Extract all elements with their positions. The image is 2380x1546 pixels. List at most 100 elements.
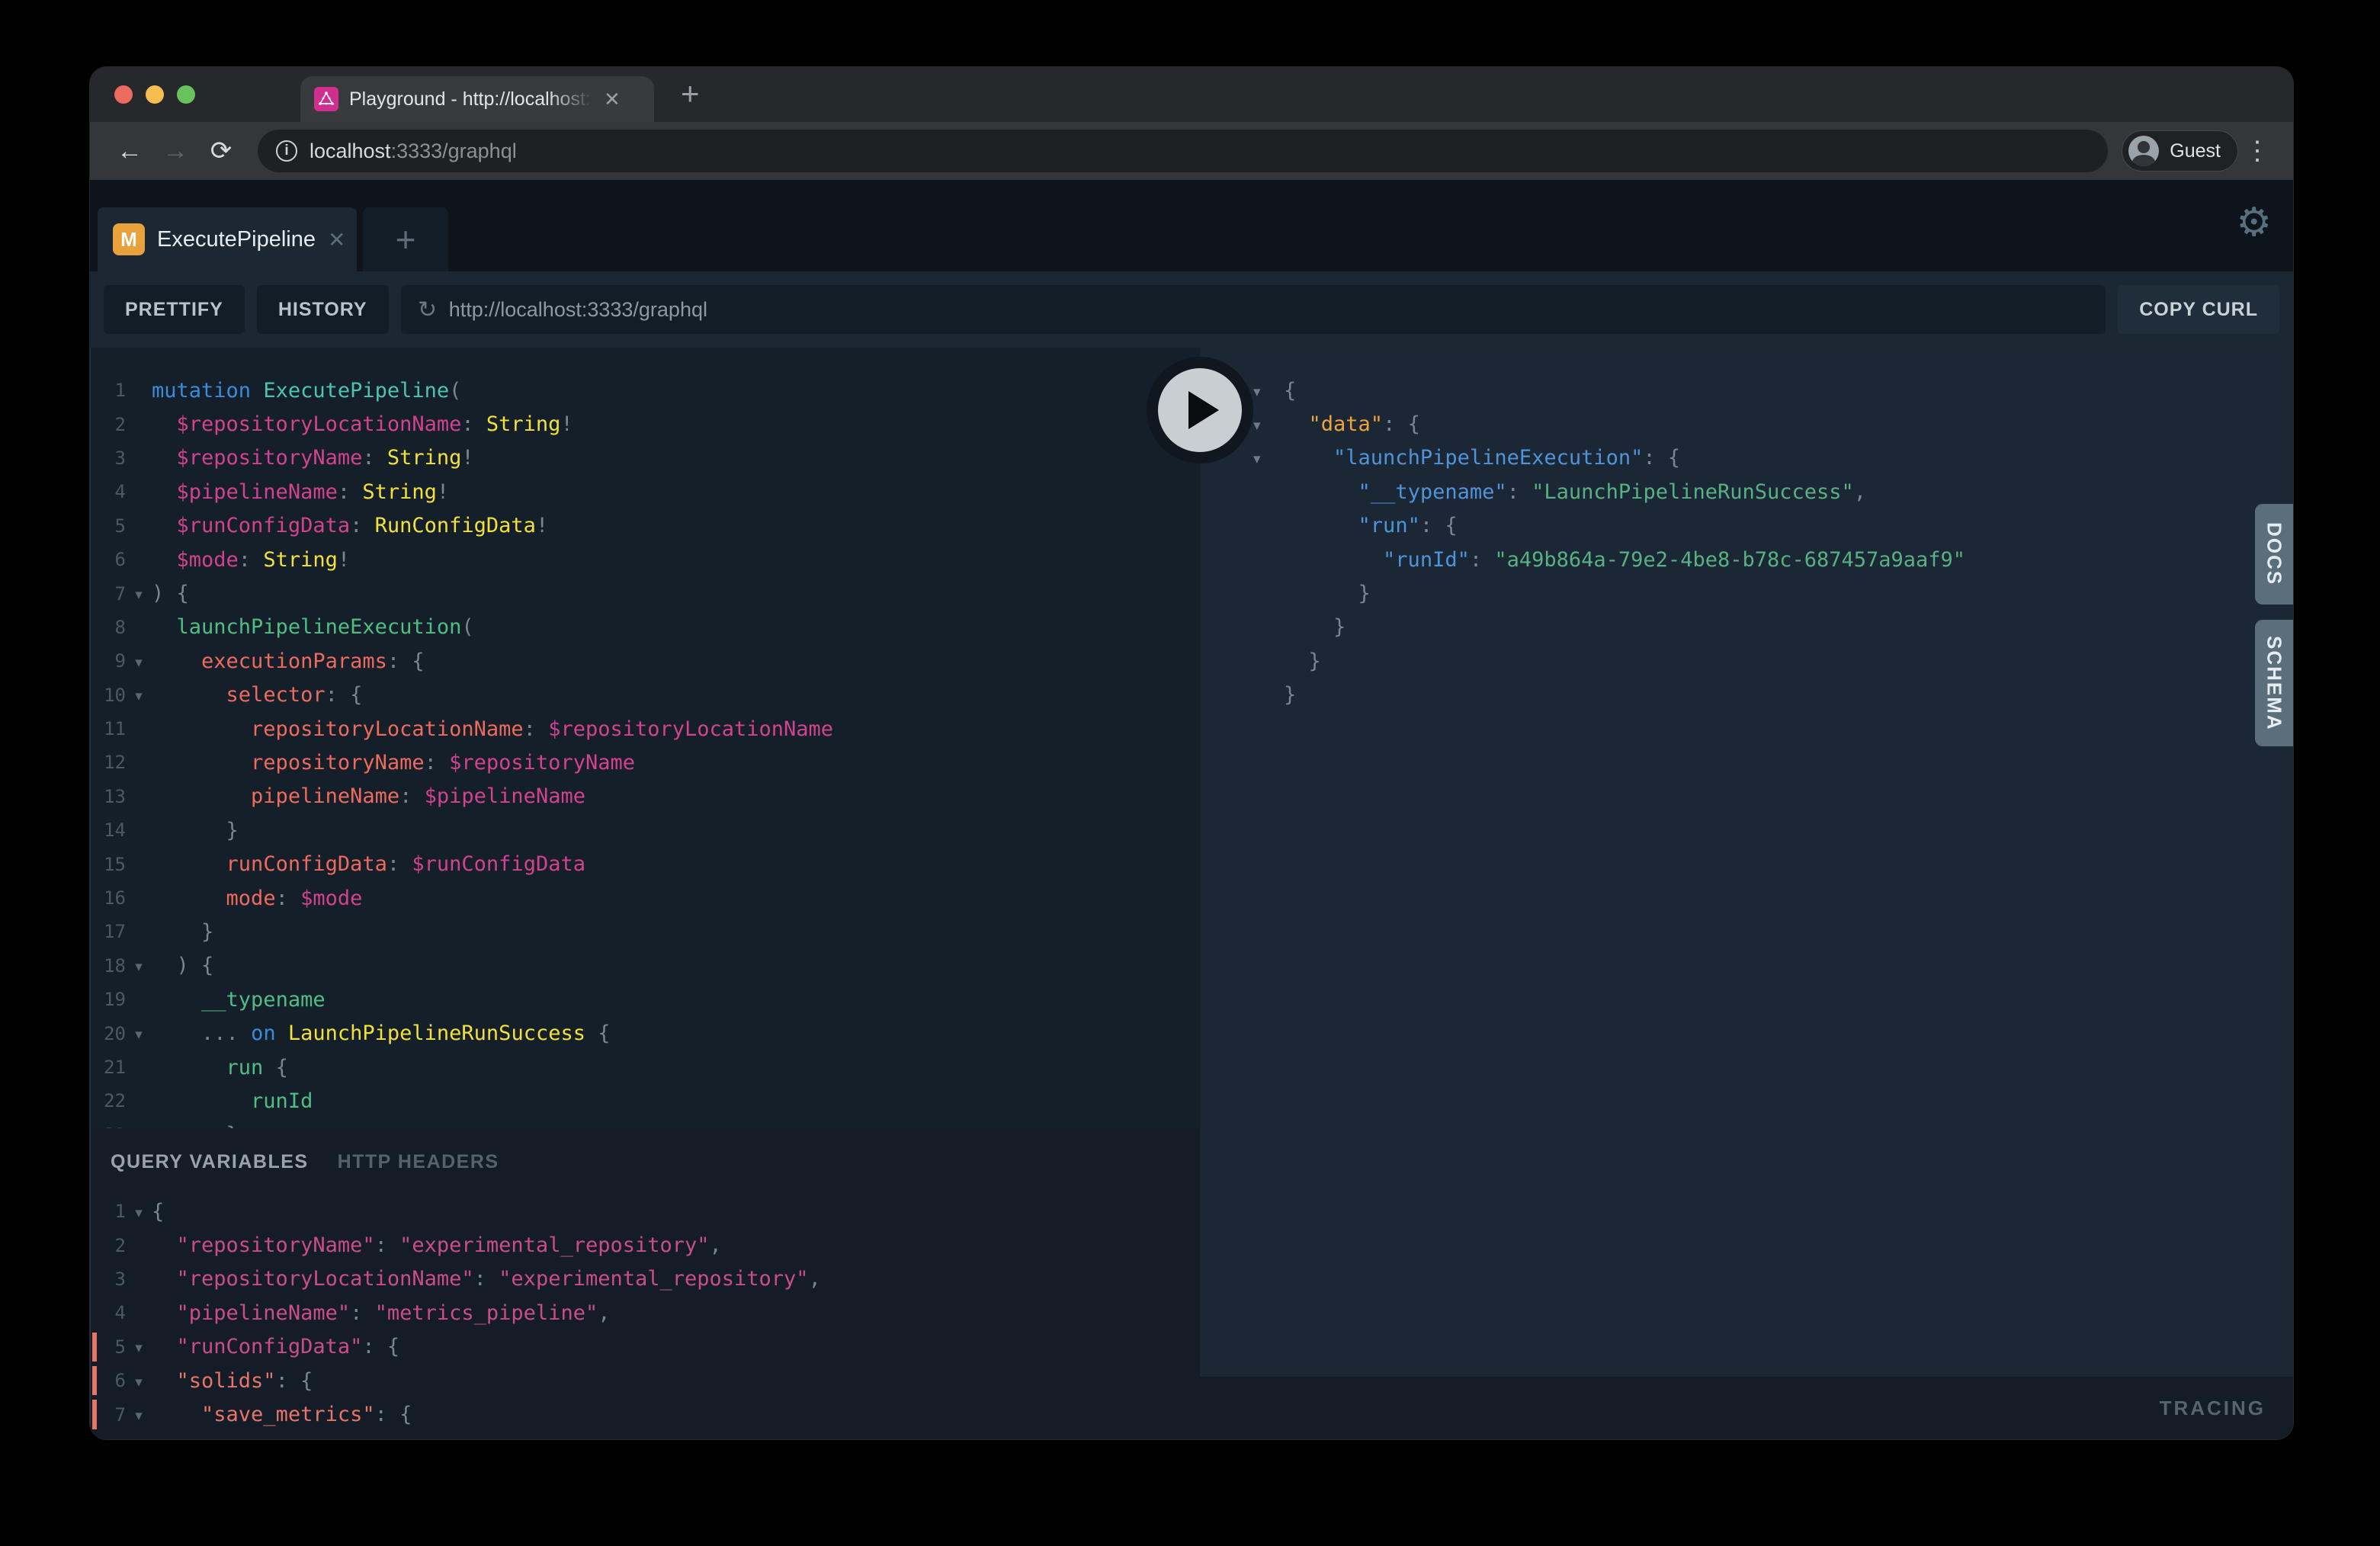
code-line[interactable]: ▾ "launchPipelineExecution": { bbox=[1253, 441, 2293, 475]
code-text: runId bbox=[152, 1089, 313, 1113]
line-number: 4 bbox=[91, 1302, 126, 1323]
tab-query-variables[interactable]: QUERY VARIABLES bbox=[111, 1151, 309, 1173]
schema-side-tab[interactable]: SCHEMA bbox=[2255, 620, 2293, 746]
code-line[interactable]: 3 $repositoryName: String! bbox=[91, 441, 1200, 475]
code-line[interactable]: 2 "repositoryName": "experimental_reposi… bbox=[91, 1228, 1200, 1262]
variables-editor[interactable]: 1▾{2 "repositoryName": "experimental_rep… bbox=[91, 1195, 1200, 1432]
code-line[interactable]: 17 } bbox=[91, 915, 1200, 948]
code-line[interactable]: 5 $runConfigData: RunConfigData! bbox=[91, 509, 1200, 543]
fold-arrow-icon[interactable]: ▾ bbox=[1253, 380, 1284, 401]
browser-tab[interactable]: Playground - http://localhost:3 ✕ bbox=[300, 76, 654, 122]
new-tab-button[interactable]: + bbox=[681, 78, 700, 110]
docs-side-tab[interactable]: DOCS bbox=[2255, 504, 2293, 605]
code-text: "__typename": "LaunchPipelineRunSuccess"… bbox=[1284, 480, 1866, 504]
fold-arrow-icon[interactable]: ▾ bbox=[126, 955, 152, 976]
code-line[interactable]: "runId": "a49b864a-79e2-4be8-b78c-687457… bbox=[1253, 543, 2293, 576]
code-line[interactable]: 3 "repositoryLocationName": "experimenta… bbox=[91, 1262, 1200, 1296]
code-line[interactable]: 4 $pipelineName: String! bbox=[91, 475, 1200, 508]
code-text: $runConfigData: RunConfigData! bbox=[152, 514, 548, 537]
code-line[interactable]: ▾ "data": { bbox=[1253, 407, 2293, 441]
code-text: $pipelineName: String! bbox=[152, 480, 449, 504]
close-window-button[interactable] bbox=[114, 85, 133, 104]
code-line[interactable]: 23 } bbox=[91, 1118, 1200, 1128]
line-number: 3 bbox=[91, 447, 126, 469]
execute-play-button[interactable] bbox=[1147, 357, 1253, 463]
reload-icon[interactable]: ⟳ bbox=[198, 136, 244, 166]
fold-gutter bbox=[126, 795, 152, 798]
code-line[interactable]: 12 repositoryName: $repositoryName bbox=[91, 746, 1200, 779]
query-editor[interactable]: 1mutation ExecutePipeline(2 $repositoryL… bbox=[91, 348, 1200, 1128]
session-tab-title: ExecutePipeline bbox=[157, 227, 316, 252]
fold-gutter bbox=[1253, 490, 1284, 493]
lint-error-marker bbox=[92, 1400, 97, 1429]
fold-arrow-icon[interactable]: ▾ bbox=[1253, 447, 1284, 468]
code-line[interactable]: 18▾ ) { bbox=[91, 949, 1200, 983]
code-line[interactable]: 20▾ ... on LaunchPipelineRunSuccess { bbox=[91, 1016, 1200, 1050]
code-line[interactable]: 6 $mode: String! bbox=[91, 543, 1200, 576]
endpoint-input[interactable]: ↺ http://localhost:3333/graphql bbox=[401, 285, 2106, 334]
code-line[interactable]: ▾{ bbox=[1253, 374, 2293, 407]
code-line[interactable]: 6▾ "solids": { bbox=[91, 1364, 1200, 1397]
site-info-icon[interactable]: i bbox=[276, 140, 297, 162]
fold-arrow-icon[interactable]: ▾ bbox=[126, 1023, 152, 1044]
line-number: 9 bbox=[91, 650, 126, 672]
fold-arrow-icon[interactable]: ▾ bbox=[126, 651, 152, 672]
tab-close-icon[interactable]: ✕ bbox=[604, 89, 621, 109]
code-line[interactable]: 9▾ executionParams: { bbox=[91, 644, 1200, 678]
fold-arrow-icon[interactable]: ▾ bbox=[126, 583, 152, 604]
prettify-button[interactable]: PRETTIFY bbox=[104, 285, 245, 334]
settings-gear-icon[interactable]: ⚙ bbox=[2236, 203, 2272, 242]
code-line[interactable]: 10▾ selector: { bbox=[91, 678, 1200, 712]
response-viewer[interactable]: ▾{▾ "data": {▾ "launchPipelineExecution"… bbox=[1200, 348, 2293, 1377]
code-line[interactable]: } bbox=[1253, 576, 2293, 610]
code-line[interactable]: "__typename": "LaunchPipelineRunSuccess"… bbox=[1253, 475, 2293, 508]
code-line[interactable]: } bbox=[1253, 678, 2293, 712]
code-line[interactable]: } bbox=[1253, 644, 2293, 678]
code-line[interactable]: 7▾) { bbox=[91, 576, 1200, 610]
fold-arrow-icon[interactable]: ▾ bbox=[1253, 414, 1284, 435]
session-close-icon[interactable]: ✕ bbox=[328, 227, 345, 252]
tracing-label[interactable]: TRACING bbox=[2160, 1397, 2266, 1420]
code-line[interactable]: 7▾ "save_metrics": { bbox=[91, 1397, 1200, 1431]
code-line[interactable]: 8 launchPipelineExecution( bbox=[91, 611, 1200, 644]
code-line[interactable]: 22 runId bbox=[91, 1084, 1200, 1118]
forward-icon[interactable]: → bbox=[152, 136, 198, 166]
new-session-button[interactable]: + bbox=[363, 207, 448, 271]
code-line[interactable]: 15 runConfigData: $runConfigData bbox=[91, 847, 1200, 880]
code-line[interactable]: 11 repositoryLocationName: $repositoryLo… bbox=[91, 712, 1200, 746]
session-tab-executepipeline[interactable]: M ExecutePipeline ✕ bbox=[98, 207, 357, 271]
code-line[interactable]: 1mutation ExecutePipeline( bbox=[91, 374, 1200, 407]
browser-tab-strip: Playground - http://localhost:3 ✕ + bbox=[90, 67, 2293, 122]
browser-menu-icon[interactable]: ⋮ bbox=[2238, 136, 2276, 166]
reload-endpoint-icon[interactable]: ↺ bbox=[418, 297, 437, 323]
profile-button[interactable]: Guest bbox=[2122, 130, 2238, 172]
code-line[interactable]: 14 } bbox=[91, 813, 1200, 847]
history-button[interactable]: HISTORY bbox=[257, 285, 389, 334]
line-number: 13 bbox=[91, 786, 126, 807]
code-line[interactable]: 4 "pipelineName": "metrics_pipeline", bbox=[91, 1296, 1200, 1329]
code-line[interactable]: "run": { bbox=[1253, 509, 2293, 543]
back-icon[interactable]: ← bbox=[107, 136, 152, 166]
fold-arrow-icon[interactable]: ▾ bbox=[126, 1371, 152, 1391]
code-line[interactable]: 16 mode: $mode bbox=[91, 881, 1200, 915]
fold-gutter bbox=[126, 1278, 152, 1281]
fold-arrow-icon[interactable]: ▾ bbox=[126, 1336, 152, 1357]
tab-http-headers[interactable]: HTTP HEADERS bbox=[338, 1151, 499, 1173]
fold-arrow-icon[interactable]: ▾ bbox=[126, 1201, 152, 1222]
code-line[interactable]: 21 run { bbox=[91, 1050, 1200, 1084]
code-line[interactable]: 5▾ "runConfigData": { bbox=[91, 1330, 1200, 1364]
minimize-window-button[interactable] bbox=[146, 85, 164, 104]
fold-arrow-icon[interactable]: ▾ bbox=[126, 685, 152, 705]
address-bar[interactable]: i localhost:3333/graphql bbox=[258, 130, 2108, 172]
maximize-window-button[interactable] bbox=[177, 85, 195, 104]
code-text: { bbox=[152, 1200, 164, 1224]
code-line[interactable]: 13 pipelineName: $pipelineName bbox=[91, 780, 1200, 813]
code-line[interactable]: 2 $repositoryLocationName: String! bbox=[91, 407, 1200, 441]
code-line[interactable]: 1▾{ bbox=[91, 1195, 1200, 1228]
code-line[interactable]: 19 __typename bbox=[91, 983, 1200, 1016]
code-line[interactable]: } bbox=[1253, 611, 2293, 644]
fold-arrow-icon[interactable]: ▾ bbox=[126, 1404, 152, 1425]
fold-gutter bbox=[126, 389, 152, 392]
code-text: "launchPipelineExecution": { bbox=[1284, 446, 1680, 470]
copy-curl-button[interactable]: COPY CURL bbox=[2118, 285, 2279, 334]
